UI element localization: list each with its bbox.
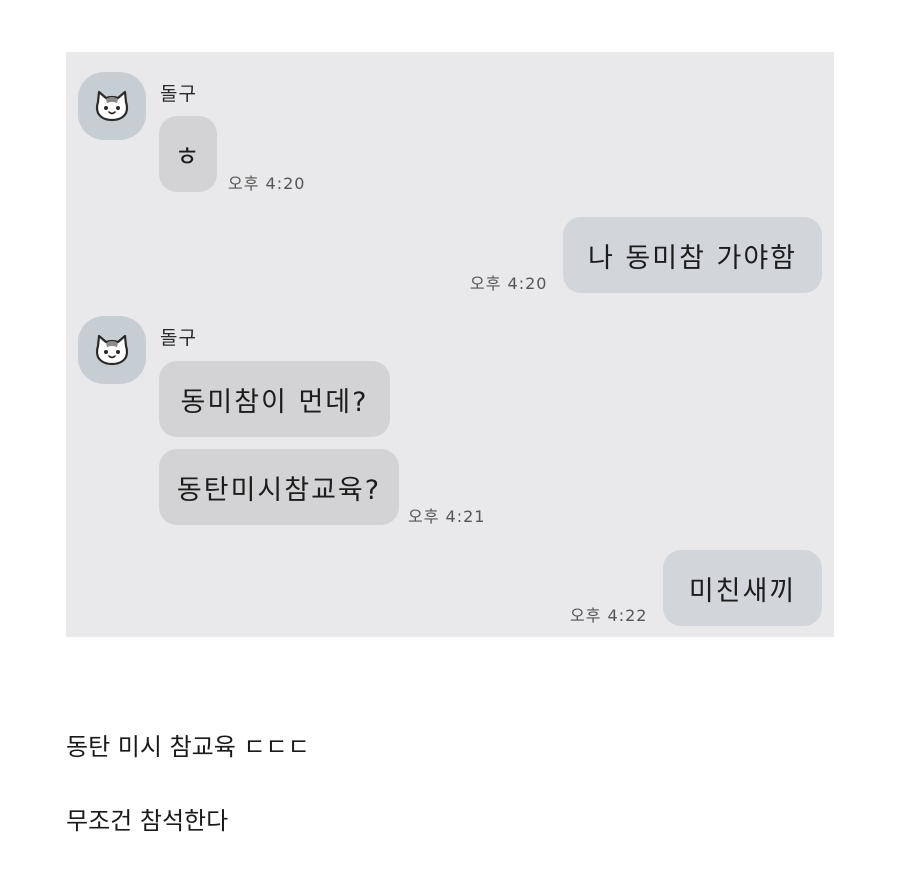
message-time: 오후 4:20 xyxy=(228,174,306,193)
message-time: 오후 4:21 xyxy=(408,507,486,526)
message-bubble[interactable]: ㅎ xyxy=(159,116,217,192)
cat-face-icon xyxy=(95,90,129,122)
message-time: 오후 4:22 xyxy=(570,606,648,625)
chat-panel: 돌구 ㅎ 오후 4:20 나 동미참 가야함 오후 4:20 돌구 동미참이 먼… xyxy=(66,52,834,637)
avatar[interactable] xyxy=(78,316,146,384)
cat-face-icon xyxy=(95,334,129,366)
message-bubble[interactable]: 동탄미시참교육? xyxy=(159,449,399,525)
sender-name: 돌구 xyxy=(160,83,197,105)
sender-name: 돌구 xyxy=(160,327,197,349)
caption-line: 동탄 미시 참교육 ㄷㄷㄷ xyxy=(66,733,310,761)
message-bubble[interactable]: 나 동미참 가야함 xyxy=(563,217,822,293)
caption-line: 무조건 참석한다 xyxy=(66,807,229,835)
message-time: 오후 4:20 xyxy=(470,274,548,293)
message-bubble[interactable]: 동미참이 먼데? xyxy=(159,361,390,437)
message-bubble[interactable]: 미친새끼 xyxy=(663,550,822,626)
avatar[interactable] xyxy=(78,72,146,140)
